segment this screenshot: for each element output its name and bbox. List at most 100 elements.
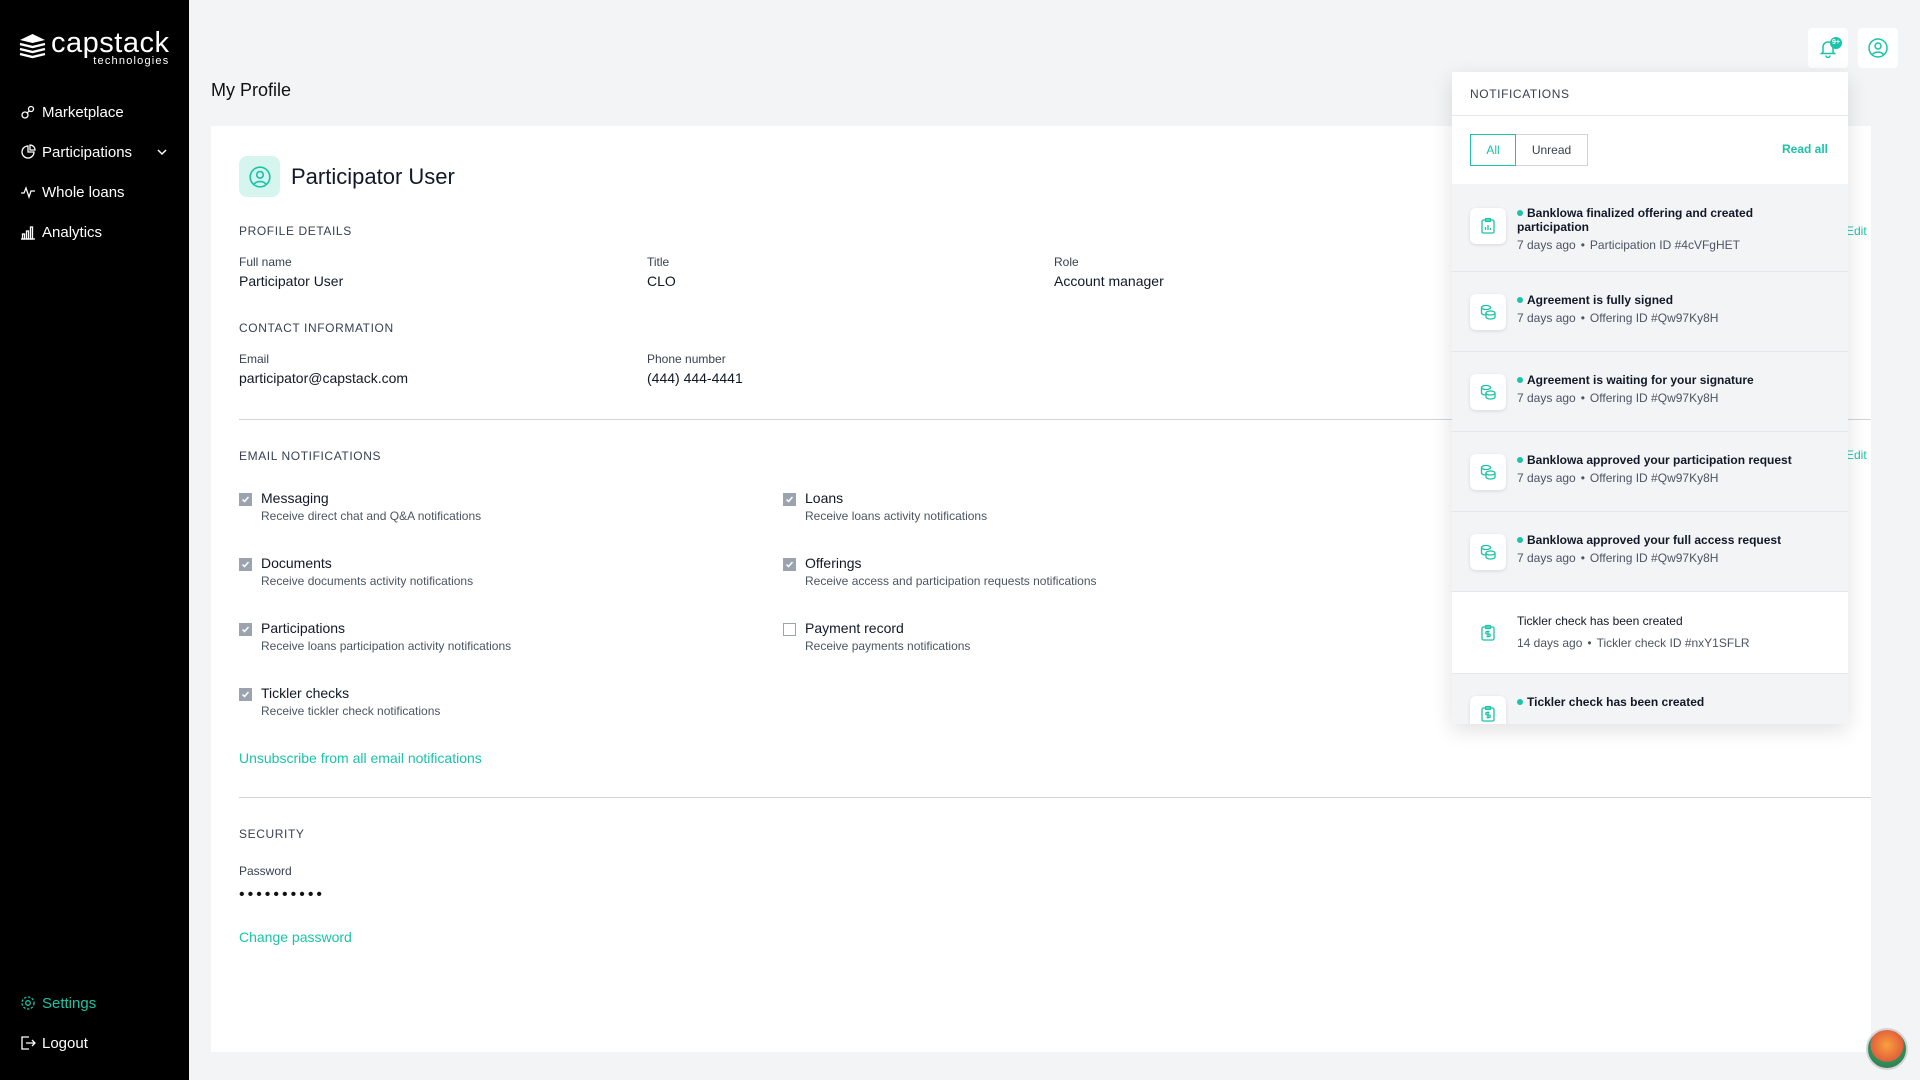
notification-item[interactable]: Tickler check has been created 14 days a… [1452,592,1848,674]
phone-value: (444) 444-4441 [647,370,743,386]
coins-icon [1470,294,1506,330]
checkbox-unchecked[interactable] [783,623,796,636]
notification-ref: Offering ID #Qw97Ky8H [1589,551,1719,565]
role-value: Account manager [1054,273,1164,289]
checkbox-title: Documents [261,555,332,571]
checkbox-description: Receive tickler check notifications [261,704,441,718]
notification-title: Agreement is waiting for your signature [1517,373,1827,387]
password-field: Password [239,864,292,882]
tab-unread[interactable]: Unread [1516,134,1588,166]
marketplace-icon [20,104,36,120]
coins-icon [1470,534,1506,570]
email-field: Email participator@capstack.com [239,352,408,386]
notification-item[interactable]: Banklowa approved your full access reque… [1452,512,1848,592]
title-field: Title CLO [647,255,676,289]
email-value: participator@capstack.com [239,370,409,386]
sidebar: capstack technologies Marketplace Partic… [0,0,189,1080]
notifications-button[interactable]: 9+ [1808,28,1848,68]
edit-profile-link[interactable]: Edit [1846,224,1867,238]
notification-item[interactable]: Banklowa approved your participation req… [1452,432,1848,512]
checkbox-description: Receive loans participation activity not… [261,639,512,653]
sidebar-item-participations[interactable]: Participations [0,132,189,172]
notification-item[interactable]: Agreement is fully signed 7 days ago • Off… [1452,272,1848,352]
email-label: Email [239,352,270,366]
sidebar-item-label: Settings [42,994,97,1012]
chevron-down-icon[interactable] [155,145,169,159]
notification-meta: 7 days ago • Offering ID #Qw97Ky8H [1517,551,1719,565]
sidebar-item-marketplace[interactable]: Marketplace [0,92,189,132]
payment-record-checkbox-item[interactable]: Payment record Receive payments notificat… [783,620,970,653]
read-all-button[interactable]: Read all [1782,142,1828,156]
offerings-checkbox-item[interactable]: Offerings Receive access and participatio… [783,555,1097,588]
checkbox-checked[interactable] [239,493,252,506]
phone-field: Phone number (444) 444-4441 [647,352,743,386]
unsubscribe-all-link[interactable]: Unsubscribe from all email notifications [239,750,482,766]
clipboard-dollar-icon [1470,696,1506,724]
notification-item[interactable]: Agreement is waiting for your signature … [1452,352,1848,432]
sidebar-item-settings[interactable]: Settings [0,983,189,1023]
notification-title: Banklowa finalized offering and created … [1517,206,1754,234]
sidebar-item-analytics[interactable]: Analytics [0,212,189,252]
checkbox-checked[interactable] [239,623,252,636]
page-title: My Profile [211,80,292,100]
checkbox-description: Receive direct chat and Q&A notification… [261,509,482,523]
clipboard-chart-icon [1470,208,1506,244]
capstack-logo[interactable]: capstack technologies [18,28,169,67]
profile-details-heading: PROFILE DETAILS [239,224,352,238]
edit-email-notifications-link[interactable]: Edit [1846,448,1867,462]
pie-chart-icon [20,144,36,160]
sidebar-item-label: Participations [42,143,133,161]
profile-name: Participator User [291,163,455,189]
loans-checkbox-item[interactable]: Loans Receive loans activity notification… [783,490,987,523]
notification-ref: Offering ID #Qw97Ky8H [1589,391,1719,405]
checkbox-title: Payment record [805,620,904,636]
sidebar-nav: Marketplace Participations Whole loans A… [0,92,189,252]
logout-icon [20,1035,36,1051]
notification-meta: 14 days ago • Tickler check ID #nxY1SFLR [1517,636,1750,650]
notification-time: 7 days ago [1517,551,1576,565]
participations-checkbox-item[interactable]: Participations Receive loans participatio… [239,620,511,653]
user-circle-icon [248,165,271,188]
notification-meta: 7 days ago • Offering ID #Qw97Ky8H [1517,391,1719,405]
checkbox-description: Receive access and participation request… [805,574,1097,588]
check-icon [241,691,250,698]
sidebar-item-logout[interactable]: Logout [0,1023,189,1063]
change-password-link[interactable]: Change password [239,929,352,945]
coins-icon [1470,454,1506,490]
divider [239,797,1871,798]
checkbox-checked[interactable] [239,688,252,701]
notification-ref: Tickler check ID #nxY1SFLR [1596,636,1750,650]
sidebar-item-whole-loans[interactable]: Whole loans [0,172,189,212]
check-icon [785,561,794,568]
checkbox-checked[interactable] [783,558,796,571]
password-label: Password [239,864,292,878]
checkbox-checked[interactable] [239,558,252,571]
full-name-field: Full name Participator User [239,255,343,289]
checkbox-description: Receive payments notifications [805,639,971,653]
user-menu-button[interactable] [1858,28,1898,68]
notification-title: Agreement is fully signed [1517,293,1827,307]
notification-meta: 7 days ago • Participation ID #4cVFgHET [1517,238,1740,252]
documents-checkbox-item[interactable]: Documents Receive documents activity noti… [239,555,473,588]
notification-ref: Offering ID #Qw97Ky8H [1589,311,1719,325]
unread-dot [1517,377,1523,383]
user-circle-icon [1868,38,1888,58]
tickler-checks-checkbox-item[interactable]: Tickler checks Receive tickler check noti… [239,685,440,718]
messaging-checkbox-item[interactable]: Messaging Receive direct chat and Q&A not… [239,490,481,523]
notification-meta: 7 days ago • Offering ID #Qw97Ky8H [1517,471,1719,485]
notification-item[interactable]: Banklowa finalized offering and created … [1452,184,1848,272]
brand-sub: technologies [93,55,170,67]
avatar [239,156,280,197]
check-icon [241,561,250,568]
check-icon [241,626,250,633]
tab-all[interactable]: All [1470,134,1516,166]
notification-item[interactable]: Tickler check has been created [1452,674,1848,724]
checkbox-title: Messaging [261,490,329,506]
notifications-panel: NOTIFICATIONS All Unread Read all Banklo… [1452,72,1848,724]
floating-app-button[interactable] [1866,1028,1908,1070]
notification-title: Banklowa approved your participation req… [1517,453,1827,467]
title-label: Title [647,255,670,269]
notification-ref: Participation ID #4cVFgHET [1589,238,1740,252]
sidebar-bottom: Settings Logout [0,983,189,1063]
checkbox-checked[interactable] [783,493,796,506]
